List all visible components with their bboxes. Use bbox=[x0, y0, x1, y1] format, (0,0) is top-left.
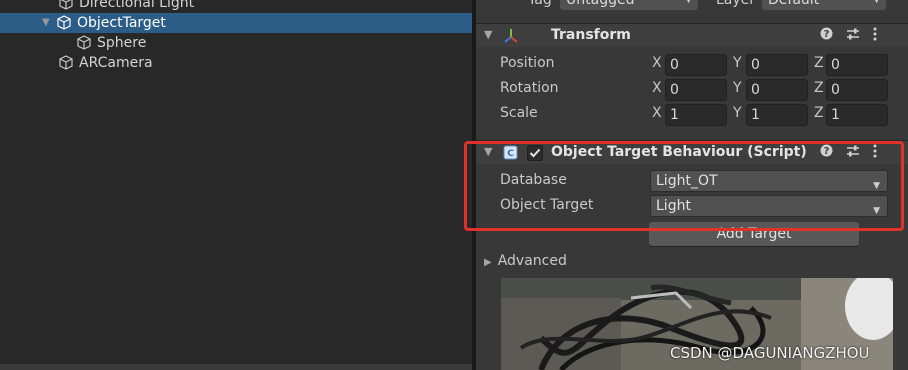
position-y-field[interactable]: 0 bbox=[746, 54, 808, 76]
rotation-y-field[interactable]: 0 bbox=[746, 79, 808, 101]
advanced-foldout[interactable]: ▶ Advanced bbox=[484, 253, 567, 269]
axis-x-label: X bbox=[652, 80, 662, 96]
hierarchy-scrollbar[interactable] bbox=[0, 364, 472, 370]
transform-title: Transform bbox=[551, 27, 631, 43]
axis-x-label: X bbox=[652, 105, 662, 121]
scale-y-field[interactable]: 1 bbox=[746, 104, 808, 126]
rotation-label: Rotation bbox=[500, 80, 559, 96]
rotation-z-field[interactable]: 0 bbox=[826, 79, 888, 101]
layer-label: Layer bbox=[716, 0, 756, 8]
transform-header[interactable]: ▼ Transform ? bbox=[476, 23, 908, 47]
hierarchy-item-objecttarget[interactable]: ▼ ObjectTarget bbox=[0, 13, 472, 33]
foldout-arrow-icon[interactable]: ▼ bbox=[484, 28, 492, 41]
tag-layer-bar: Tag Untagged ▼ Layer Default ▼ bbox=[476, 0, 908, 20]
hierarchy-item-label: Directional Light bbox=[79, 0, 195, 11]
preset-sliders-icon[interactable] bbox=[846, 27, 860, 45]
axis-z-label: Z bbox=[814, 105, 824, 121]
dropdown-arrow-icon: ▼ bbox=[685, 0, 692, 5]
rotation-x-field[interactable]: 0 bbox=[665, 79, 727, 101]
foldout-arrow-icon: ▶ bbox=[484, 257, 492, 268]
gameobject-cube-icon bbox=[57, 15, 71, 30]
watermark-text: CSDN @DAGUNIANGZHOU bbox=[670, 344, 870, 362]
hierarchy-item-arcamera[interactable]: ARCamera bbox=[0, 53, 472, 73]
transform-icon bbox=[504, 29, 518, 43]
scale-label: Scale bbox=[500, 105, 538, 121]
hierarchy-item-sphere[interactable]: Sphere bbox=[0, 33, 472, 53]
advanced-label: Advanced bbox=[497, 253, 567, 269]
hierarchy-panel: Directional Light ▼ ObjectTarget Sphere … bbox=[0, 0, 472, 364]
annotation-highlight-box bbox=[464, 141, 904, 231]
context-menu-icon[interactable] bbox=[872, 27, 878, 45]
tag-label: Tag bbox=[528, 0, 552, 8]
axis-z-label: Z bbox=[814, 80, 824, 96]
hierarchy-item-label: Sphere bbox=[97, 35, 147, 51]
axis-z-label: Z bbox=[814, 55, 824, 71]
axis-y-label: Y bbox=[733, 80, 742, 96]
svg-text:?: ? bbox=[824, 29, 830, 40]
position-z-field[interactable]: 0 bbox=[826, 54, 888, 76]
tag-value: Untagged bbox=[566, 0, 635, 8]
axis-y-label: Y bbox=[733, 105, 742, 121]
position-x-field[interactable]: 0 bbox=[665, 54, 727, 76]
layer-value: Default bbox=[768, 0, 820, 8]
axis-x-label: X bbox=[652, 55, 662, 71]
scale-z-field[interactable]: 1 bbox=[826, 104, 888, 126]
hierarchy-item-label: ARCamera bbox=[79, 55, 153, 71]
position-label: Position bbox=[500, 55, 555, 71]
tag-dropdown[interactable]: Untagged ▼ bbox=[560, 0, 698, 10]
axis-y-label: Y bbox=[733, 55, 742, 71]
scale-x-field[interactable]: 1 bbox=[665, 104, 727, 126]
gameobject-cube-icon bbox=[77, 35, 91, 50]
hierarchy-item-label: ObjectTarget bbox=[77, 15, 166, 31]
help-icon[interactable]: ? bbox=[820, 27, 833, 44]
gameobject-cube-icon bbox=[59, 55, 73, 70]
dropdown-arrow-icon: ▼ bbox=[873, 0, 880, 5]
layer-dropdown[interactable]: Default ▼ bbox=[762, 0, 886, 10]
hierarchy-item-directional-light[interactable]: Directional Light bbox=[0, 0, 472, 13]
expand-arrow-icon[interactable]: ▼ bbox=[42, 17, 54, 29]
gameobject-cube-icon bbox=[59, 0, 73, 10]
